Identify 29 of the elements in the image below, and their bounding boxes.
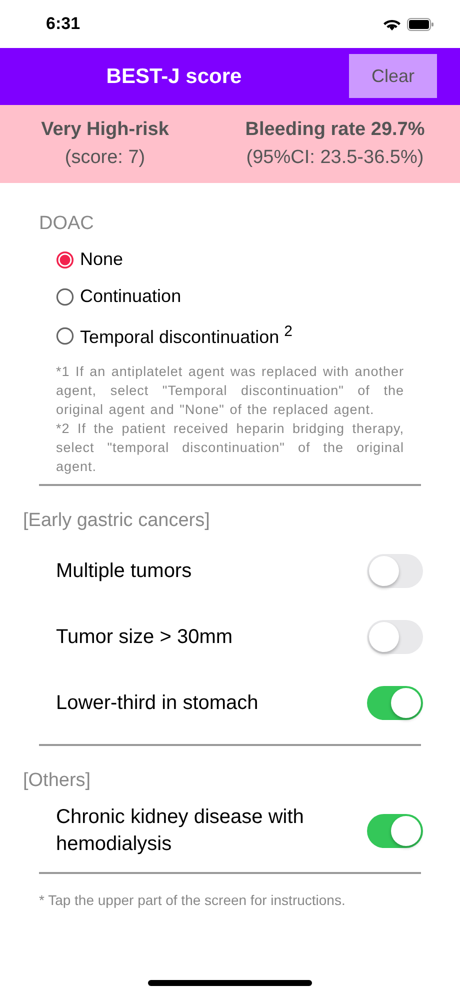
screen-title: BEST-J score: [105, 64, 243, 88]
radio-icon: [56, 250, 74, 268]
section-heading: [Others]: [22, 769, 92, 792]
option-label: Multiple tumors: [56, 558, 192, 584]
option-label: Chronic kidney disease with hemodialysis: [56, 805, 305, 857]
section-label: DOAC: [39, 213, 95, 235]
home-indicator[interactable]: [148, 980, 312, 986]
confidence-interval: (95%CI: 23.5-36.5%): [245, 147, 425, 169]
footnote: *1 If an antiplatelet agent was replaced with another agent, select "Temporal discontinuation" of the original agent and "None" of the replaced agent.: [56, 363, 404, 419]
radio-option[interactable]: Temporal discontinuation $^{2}$: [56, 323, 421, 348]
footnote: *2 If the patient received heparin bridging therapy, select "temporal discontinuation" of the original agent.: [56, 420, 404, 476]
score-value: (score: 7): [64, 147, 146, 169]
bleeding-rate: Bleeding rate 29.7%: [244, 119, 426, 141]
toggle-switch[interactable]: [367, 554, 423, 588]
status-time: 6:31: [46, 14, 80, 34]
option-label: Lower-third in stomach: [56, 690, 258, 716]
radio-icon: [56, 288, 74, 306]
wifi-icon: [383, 18, 401, 30]
toggle-switch[interactable]: [367, 620, 423, 654]
radio-icon: [56, 326, 74, 344]
risk-level: Very High-risk: [40, 119, 170, 141]
battery-icon: [407, 18, 434, 30]
toggle-switch[interactable]: [367, 814, 423, 848]
radio-option[interactable]: None: [56, 249, 421, 270]
option-label: Tumor size > 30mm: [56, 624, 233, 650]
instruction-note: * Tap the upper part of the screen for instructions.: [38, 891, 346, 908]
radio-option[interactable]: Continuation: [56, 286, 421, 307]
toggle-switch[interactable]: [367, 686, 423, 720]
section-heading: [Early gastric cancers]: [22, 509, 211, 532]
